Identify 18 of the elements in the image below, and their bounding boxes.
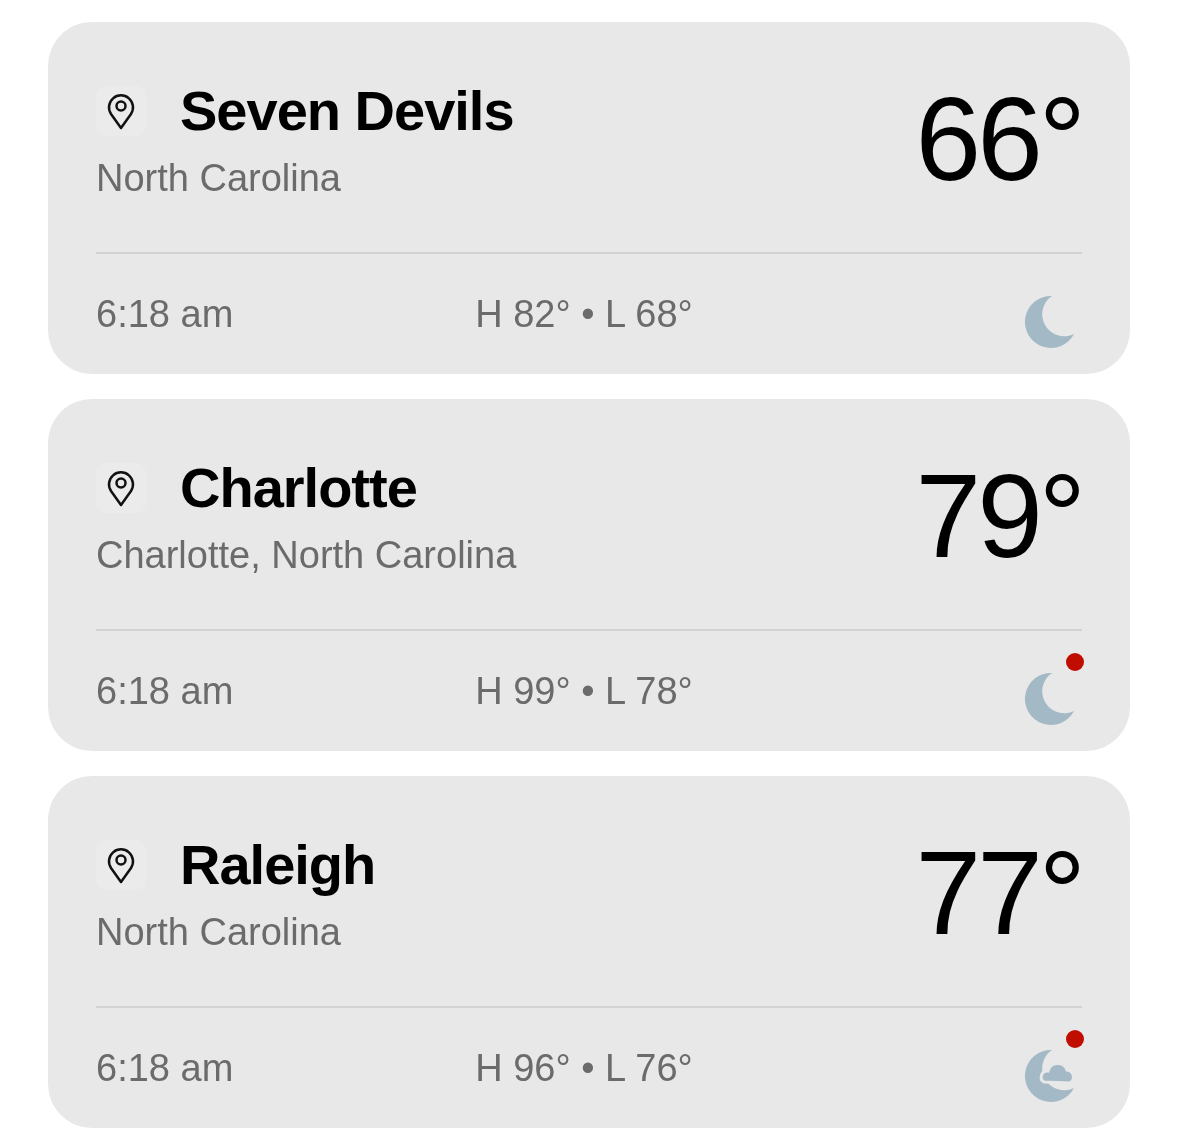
location-name: Raleigh [180, 832, 376, 897]
temperature: 66° [915, 80, 1082, 198]
location-region: North Carolina [96, 911, 342, 954]
local-time: 6:18 am [96, 292, 235, 336]
location-name: Charlotte [180, 455, 417, 520]
high-low-temperature: H 96° • L 76° [475, 1046, 694, 1090]
temperature: 77° [915, 834, 1082, 952]
location-region: North Carolina [96, 157, 342, 200]
location-card[interactable]: Raleigh North Carolina 77° 6:18 am H 96° • L 76° [48, 776, 1130, 1128]
location-card[interactable]: Seven Devils North Carolina 66° 6:18 am H 82° • L 68° [48, 22, 1130, 374]
high-low-temperature: H 82° • L 68° [475, 292, 694, 336]
local-time: 6:18 am [96, 669, 235, 713]
temperature: 79° [915, 457, 1082, 575]
high-low-temperature: H 99° • L 78° [475, 669, 694, 713]
location-name: Seven Devils [180, 78, 514, 143]
location-region: Charlotte, North Carolina [96, 534, 517, 577]
local-time: 6:18 am [96, 1046, 235, 1090]
location-card[interactable]: Charlotte Charlotte, North Carolina 79° 6:18 am H 99° • L 78° [48, 399, 1130, 751]
